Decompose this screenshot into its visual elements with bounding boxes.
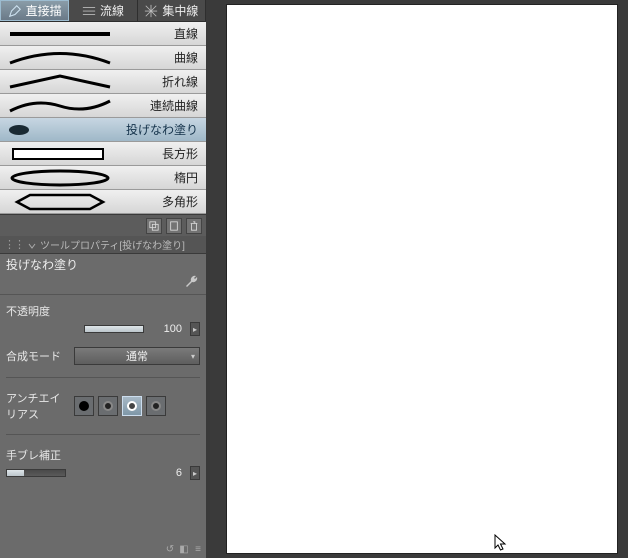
- opacity-row: 不透明度 100 ▸: [6, 303, 200, 337]
- antialias-none[interactable]: [74, 396, 94, 416]
- stabilize-stepper[interactable]: ▸: [190, 466, 200, 480]
- subtool-label: 折れ線: [120, 73, 206, 90]
- grip-icon: ⋮⋮: [4, 238, 24, 251]
- subtool-toolbar: [0, 214, 206, 236]
- antialias-weak[interactable]: [98, 396, 118, 416]
- subtool-polygon[interactable]: 多角形: [0, 190, 206, 214]
- stabilize-value[interactable]: 6: [150, 465, 184, 481]
- tool-property-panel: ⋮⋮ ツールプロパティ[投げなわ塗り] 投げなわ塗り 不透明度: [0, 236, 206, 558]
- preview-icon: [0, 143, 120, 165]
- preview-icon: [0, 47, 120, 69]
- stabilize-label: 手ブレ補正: [6, 447, 68, 463]
- opacity-value[interactable]: 100: [150, 321, 184, 337]
- subtool-group-tabs: 直接描 流線 集中線: [0, 0, 206, 22]
- preview-icon: [0, 167, 120, 189]
- tab-direct-draw[interactable]: 直接描: [0, 0, 69, 21]
- preview-icon: [0, 119, 120, 141]
- menu-icon[interactable]: ≡: [192, 543, 204, 555]
- subtool-list: 直線 曲線 折れ線 連続曲線 投げなわ塗り 長方形: [0, 22, 206, 214]
- blend-mode-dropdown[interactable]: 通常 ▾: [74, 347, 200, 365]
- subtool-rectangle[interactable]: 長方形: [0, 142, 206, 166]
- subtool-label: 楕円: [120, 169, 206, 186]
- tab-label: 流線: [100, 2, 124, 19]
- panel-header[interactable]: ⋮⋮ ツールプロパティ[投げなわ塗り]: [0, 236, 206, 254]
- stabilize-row: 手ブレ補正 6 ▸: [6, 447, 200, 481]
- tab-label: 直接描: [26, 2, 62, 19]
- subtool-label: 直線: [120, 25, 206, 42]
- blend-value: 通常: [126, 348, 148, 364]
- subtool-label: 投げなわ塗り: [120, 121, 206, 138]
- subtool-ellipse[interactable]: 楕円: [0, 166, 206, 190]
- stream-lines-icon: [82, 4, 96, 18]
- focus-lines-icon: [144, 4, 158, 18]
- subtool-label: 連続曲線: [120, 97, 206, 114]
- blend-mode-row: 合成モード 通常 ▾: [6, 347, 200, 365]
- preview-icon: [0, 71, 120, 93]
- wrench-icon[interactable]: [184, 274, 200, 290]
- panel-header-title: ツールプロパティ[投げなわ塗り]: [40, 237, 185, 252]
- caret-icon: [28, 241, 36, 249]
- subtool-label: 長方形: [120, 145, 206, 162]
- subtool-lasso-fill[interactable]: 投げなわ塗り: [0, 118, 206, 142]
- opacity-label: 不透明度: [6, 303, 68, 319]
- stabilize-slider[interactable]: [6, 469, 66, 477]
- antialias-row: アンチエイリアス: [6, 390, 200, 422]
- panel-bottom-icons: ↺ ◧ ≡: [0, 542, 206, 558]
- blend-label: 合成モード: [6, 348, 68, 364]
- tab-label: 集中線: [162, 2, 198, 19]
- antialias-strong[interactable]: [146, 396, 166, 416]
- canvas-area: [206, 0, 628, 558]
- antialias-label: アンチエイリアス: [6, 390, 68, 422]
- subtool-curve[interactable]: 曲線: [0, 46, 206, 70]
- opacity-slider[interactable]: [84, 325, 144, 333]
- subtool-label: 多角形: [120, 193, 206, 210]
- pencil-icon: [8, 4, 22, 18]
- preview-icon: [0, 191, 120, 213]
- tab-focus-lines[interactable]: 集中線: [138, 0, 206, 21]
- register-icon[interactable]: ◧: [178, 543, 190, 555]
- tool-name-row: 投げなわ塗り: [0, 254, 206, 274]
- reset-icon[interactable]: ↺: [164, 543, 176, 555]
- subtool-polyline[interactable]: 折れ線: [0, 70, 206, 94]
- preview-icon: [0, 95, 120, 117]
- canvas[interactable]: [226, 4, 618, 554]
- chevron-down-icon: ▾: [191, 352, 195, 361]
- settings-row: [0, 274, 206, 292]
- mouse-cursor-icon: [494, 534, 508, 552]
- antialias-mid[interactable]: [122, 396, 142, 416]
- subtool-continuous-curve[interactable]: 連続曲線: [0, 94, 206, 118]
- new-subtool-button[interactable]: [166, 218, 182, 234]
- preview-icon: [0, 23, 120, 45]
- delete-subtool-button[interactable]: [186, 218, 202, 234]
- subtool-label: 曲線: [120, 49, 206, 66]
- copy-subtool-button[interactable]: [146, 218, 162, 234]
- opacity-stepper[interactable]: ▸: [190, 322, 200, 336]
- tab-stream-lines[interactable]: 流線: [69, 0, 137, 21]
- subtool-line[interactable]: 直線: [0, 22, 206, 46]
- tool-name: 投げなわ塗り: [6, 256, 78, 273]
- antialias-options: [74, 396, 166, 416]
